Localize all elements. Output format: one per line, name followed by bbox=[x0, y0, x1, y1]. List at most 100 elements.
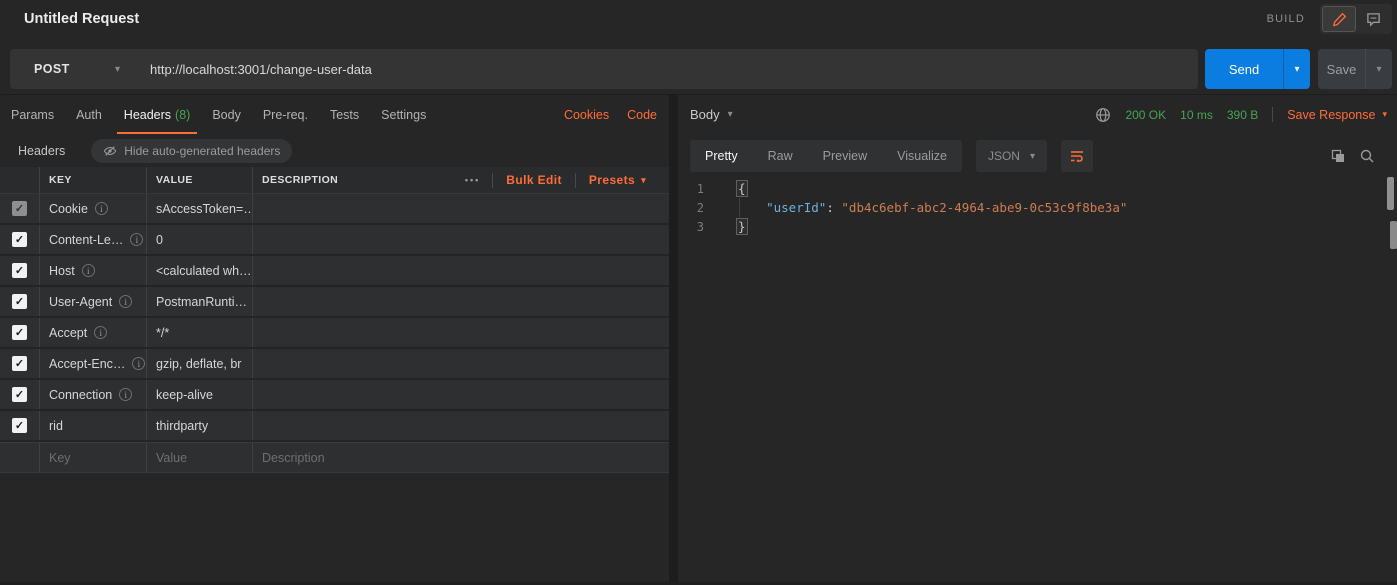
header-value: thirdparty bbox=[156, 419, 208, 433]
tab-body[interactable]: Body bbox=[201, 95, 252, 134]
hide-autogenerated-headers-toggle[interactable]: Hide auto-generated headers bbox=[91, 139, 292, 163]
code-line: 3 } bbox=[678, 217, 1383, 236]
header-description[interactable] bbox=[253, 194, 669, 223]
header-value: PostmanRunti… bbox=[156, 295, 247, 309]
header-description[interactable] bbox=[253, 225, 669, 254]
json-string-value: "db4c6ebf-abc2-4964-abe9-0c53c9f8be3a" bbox=[841, 200, 1127, 215]
row-checkbox[interactable]: ✓ bbox=[12, 201, 27, 216]
headers-section-title: Headers bbox=[18, 144, 65, 158]
response-meta: 200 OK 10 ms 390 B Save Response ▾ bbox=[1095, 95, 1387, 134]
tab-prereq[interactable]: Pre-req. bbox=[252, 95, 319, 134]
divider bbox=[1272, 107, 1273, 122]
chevron-down-icon: ▾ bbox=[1294, 64, 1299, 75]
tab-raw[interactable]: Raw bbox=[753, 140, 808, 172]
header-row-rid: ✓ rid thirdparty bbox=[0, 411, 669, 442]
tab-headers[interactable]: Headers (8) bbox=[113, 95, 202, 134]
edit-mode-button[interactable] bbox=[1322, 6, 1356, 32]
new-description-field[interactable]: Description bbox=[253, 443, 669, 472]
header-description[interactable] bbox=[253, 287, 669, 316]
save-response-dropdown[interactable]: Save Response ▾ bbox=[1287, 108, 1387, 122]
hide-toggle-label: Hide auto-generated headers bbox=[124, 144, 280, 158]
header-key: Content-Le… bbox=[49, 233, 123, 247]
checkmark-icon: ✓ bbox=[15, 233, 24, 246]
save-button[interactable]: Save bbox=[1318, 49, 1365, 89]
header-key: rid bbox=[49, 419, 63, 433]
response-body-dropdown[interactable]: Body ▾ bbox=[690, 107, 733, 122]
tab-preview[interactable]: Preview bbox=[808, 140, 882, 172]
header-row-connection: ✓ Connectioni keep-alive bbox=[0, 380, 669, 411]
tab-auth[interactable]: Auth bbox=[65, 95, 113, 134]
comment-mode-button[interactable] bbox=[1356, 6, 1390, 32]
more-options-button[interactable]: ••• bbox=[453, 175, 492, 185]
header-description[interactable] bbox=[253, 411, 669, 440]
copy-icon[interactable] bbox=[1330, 148, 1346, 164]
method-dropdown[interactable]: POST ▾ bbox=[10, 49, 138, 89]
row-checkbox[interactable]: ✓ bbox=[12, 232, 27, 247]
scrollbar-thumb[interactable] bbox=[1387, 177, 1394, 210]
response-code-editor: 1 { 2 "userId": "db4c6ebf-abc2-4964-abe9… bbox=[678, 179, 1383, 236]
request-title: Untitled Request bbox=[24, 11, 139, 27]
line-number: 2 bbox=[678, 201, 720, 215]
row-checkbox[interactable]: ✓ bbox=[12, 294, 27, 309]
header-description[interactable] bbox=[253, 349, 669, 378]
row-checkbox[interactable]: ✓ bbox=[12, 418, 27, 433]
save-options-button[interactable]: ▾ bbox=[1365, 49, 1392, 89]
chevron-down-icon: ▾ bbox=[641, 175, 646, 186]
row-checkbox[interactable]: ✓ bbox=[12, 325, 27, 340]
new-value-field[interactable]: Value bbox=[147, 443, 253, 472]
format-dropdown[interactable]: JSON ▾ bbox=[976, 140, 1047, 172]
network-globe-icon[interactable] bbox=[1095, 107, 1111, 123]
tab-visualize[interactable]: Visualize bbox=[882, 140, 962, 172]
header-row-accept-encoding: ✓ Accept-Enc…i gzip, deflate, br bbox=[0, 349, 669, 380]
tab-params[interactable]: Params bbox=[0, 95, 65, 134]
send-button[interactable]: Send bbox=[1205, 49, 1283, 89]
code-link[interactable]: Code bbox=[627, 108, 657, 122]
row-checkbox[interactable]: ✓ bbox=[12, 356, 27, 371]
send-options-button[interactable]: ▾ bbox=[1283, 49, 1310, 89]
presets-dropdown[interactable]: Presets ▾ bbox=[576, 173, 659, 187]
header-key: Accept bbox=[49, 326, 87, 340]
response-header: Body ▾ 200 OK 10 ms 390 B Save Response … bbox=[678, 95, 1397, 134]
header-description[interactable] bbox=[253, 256, 669, 285]
wrap-text-button[interactable] bbox=[1061, 140, 1093, 172]
header-description[interactable] bbox=[253, 380, 669, 409]
chevron-down-icon: ▾ bbox=[1382, 109, 1387, 120]
header-description[interactable] bbox=[253, 318, 669, 347]
panel-divider[interactable] bbox=[669, 95, 678, 585]
new-key-field[interactable]: Key bbox=[40, 443, 147, 472]
response-size: 390 B bbox=[1227, 108, 1258, 122]
json-key: "userId" bbox=[766, 200, 826, 215]
request-panel: Params Auth Headers (8) Body Pre-req. Te… bbox=[0, 95, 669, 585]
line-number: 1 bbox=[678, 182, 720, 196]
url-group: POST ▾ bbox=[10, 49, 1198, 89]
info-icon: i bbox=[130, 233, 143, 246]
bulk-edit-button[interactable]: Bulk Edit bbox=[493, 173, 575, 187]
eye-off-icon bbox=[103, 144, 117, 158]
checkmark-icon: ✓ bbox=[15, 388, 24, 401]
header-value: 0 bbox=[156, 233, 163, 247]
status-badge: 200 OK bbox=[1125, 108, 1166, 122]
tab-pretty[interactable]: Pretty bbox=[690, 140, 753, 172]
header-key: Connection bbox=[49, 388, 112, 402]
checkmark-icon: ✓ bbox=[15, 295, 24, 308]
chevron-down-icon: ▾ bbox=[1376, 64, 1381, 75]
tab-settings[interactable]: Settings bbox=[370, 95, 437, 134]
search-icon[interactable] bbox=[1359, 148, 1375, 164]
header-key: Cookie bbox=[49, 202, 88, 216]
open-brace: { bbox=[736, 180, 748, 197]
chevron-down-icon: ▾ bbox=[728, 109, 733, 120]
cookies-link[interactable]: Cookies bbox=[564, 108, 609, 122]
info-icon: i bbox=[119, 295, 132, 308]
row-checkbox[interactable]: ✓ bbox=[12, 387, 27, 402]
headers-table: KEY VALUE DESCRIPTION ••• Bulk Edit Pres… bbox=[0, 167, 669, 473]
row-checkbox[interactable]: ✓ bbox=[12, 263, 27, 278]
response-panel: Body ▾ 200 OK 10 ms 390 B Save Response … bbox=[678, 95, 1397, 585]
header-row-cookie: ✓ Cookiei sAccessToken=… bbox=[0, 194, 669, 225]
header-value: keep-alive bbox=[156, 388, 213, 402]
new-header-row: Key Value Description bbox=[0, 442, 669, 473]
scrollbar-thumb[interactable] bbox=[1390, 221, 1397, 249]
request-bar: POST ▾ Send ▾ Save ▾ bbox=[0, 44, 1397, 94]
tab-tests[interactable]: Tests bbox=[319, 95, 370, 134]
url-input[interactable] bbox=[138, 49, 1198, 89]
mode-switch bbox=[1320, 4, 1392, 34]
